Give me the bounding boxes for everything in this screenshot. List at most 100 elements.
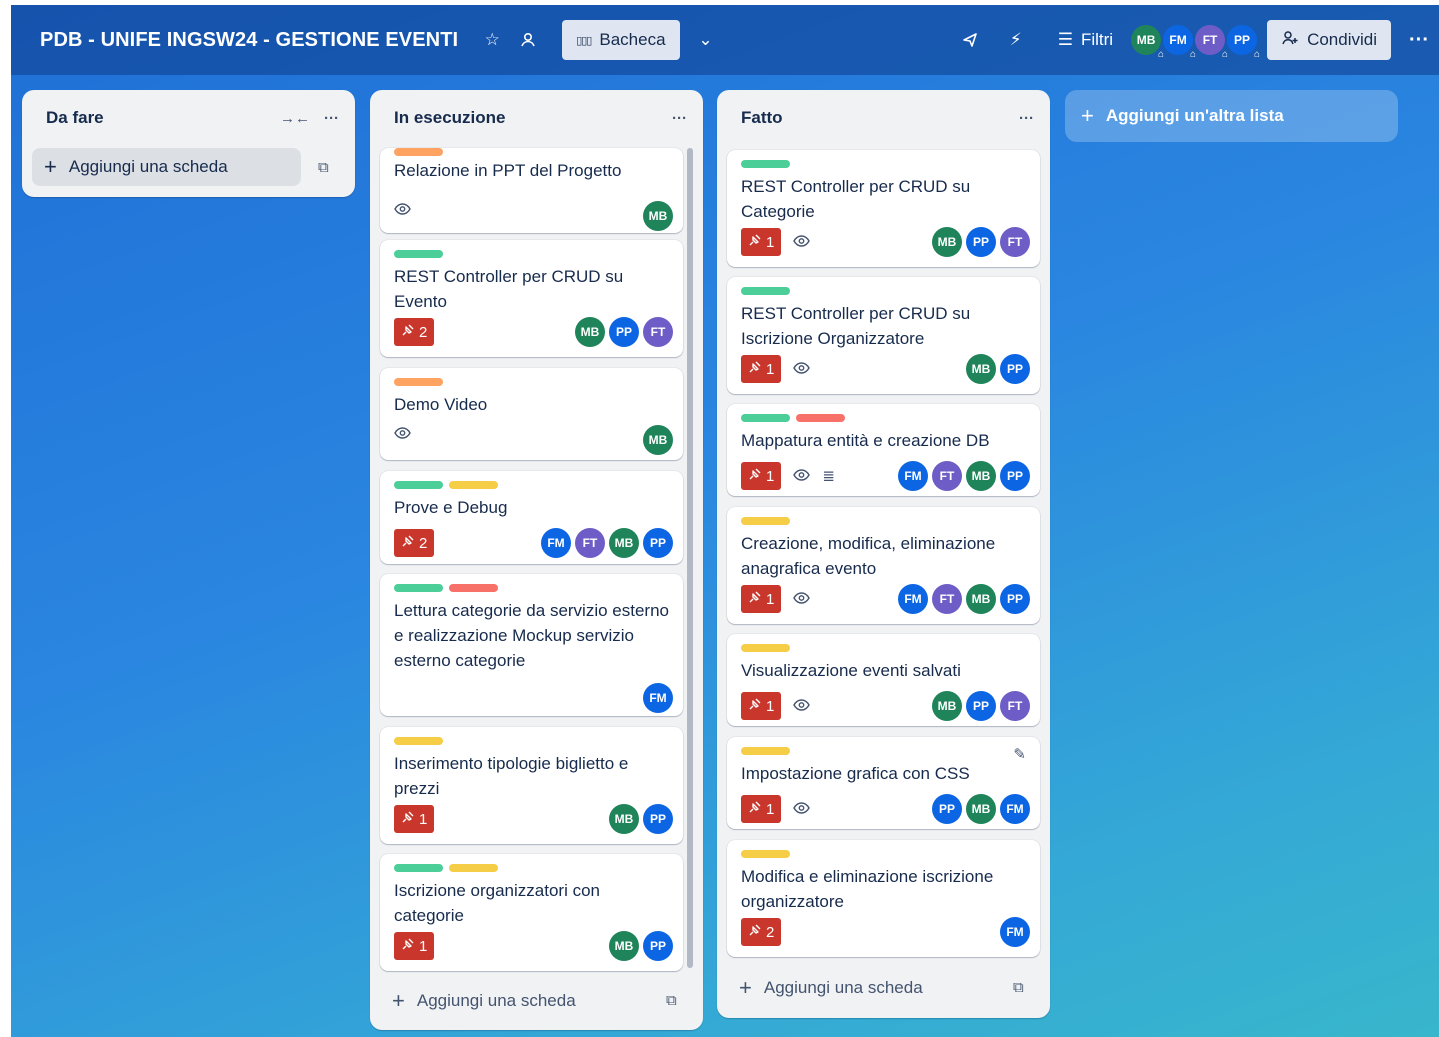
card-template-icon[interactable]: ⧉ — [1013, 979, 1024, 996]
member-avatar-fm[interactable]: FM ⌂ — [1163, 25, 1196, 60]
member-avatar-pp[interactable]: PP — [932, 794, 962, 824]
label-green[interactable] — [394, 250, 443, 258]
filter-button[interactable]: ☰ Filtri — [1058, 30, 1113, 50]
card[interactable]: REST Controller per CRUD su Iscrizione O… — [727, 277, 1040, 394]
card[interactable]: Inserimento tipologie biglietto e prezzi… — [380, 727, 683, 844]
member-avatar-mb[interactable]: MB — [966, 354, 996, 384]
overdue-badge[interactable]: 1 — [741, 228, 782, 256]
label-orange[interactable] — [394, 148, 443, 156]
label-yellow[interactable] — [741, 517, 790, 525]
overdue-badge[interactable]: 1 — [741, 692, 782, 720]
member-avatar-mb[interactable]: MB — [643, 425, 673, 455]
member-avatar-fm[interactable]: FM — [898, 584, 928, 614]
card[interactable]: Impostazione grafica con CSS ✎ 1 PP MB FM — [727, 737, 1040, 829]
member-avatar-mb[interactable]: MB — [643, 201, 673, 231]
label-green[interactable] — [394, 864, 443, 872]
label-yellow[interactable] — [741, 850, 790, 858]
list-title[interactable]: In esecuzione — [394, 108, 658, 128]
member-avatar-mb[interactable]: MB — [932, 227, 962, 257]
card[interactable]: Relazione in PPT del Progetto MB — [380, 148, 683, 233]
member-avatar-ft[interactable]: FT — [575, 528, 605, 558]
power-ups-icon[interactable] — [954, 24, 986, 56]
member-avatar-ft[interactable]: FT — [932, 461, 962, 491]
chevron-down-icon[interactable]: ⌄ — [690, 24, 722, 56]
member-avatar-pp[interactable]: PP ⌂ — [1227, 25, 1260, 60]
member-avatar-pp[interactable]: PP — [1000, 584, 1030, 614]
member-avatar-fm[interactable]: FM — [1000, 794, 1030, 824]
collapse-list-icon[interactable]: →← — [280, 110, 310, 127]
member-avatar-mb[interactable]: MB — [609, 931, 639, 961]
card[interactable]: Lettura categorie da servizio esterno e … — [380, 574, 683, 716]
member-avatar-fm[interactable]: FM — [1000, 917, 1030, 947]
member-avatar-pp[interactable]: PP — [966, 227, 996, 257]
star-icon[interactable]: ☆ — [476, 24, 508, 56]
member-avatar-fm[interactable]: FM — [541, 528, 571, 558]
member-avatar-mb[interactable]: MB — [966, 461, 996, 491]
label-red[interactable] — [796, 414, 845, 422]
overdue-badge[interactable]: 1 — [741, 355, 782, 383]
member-avatar-mb[interactable]: MB — [609, 804, 639, 834]
board-title[interactable]: PDB - UNIFE INGSW24 - GESTIONE EVENTI — [40, 29, 458, 52]
member-avatar-mb[interactable]: MB — [609, 528, 639, 558]
label-yellow[interactable] — [449, 864, 498, 872]
overdue-badge[interactable]: 1 — [394, 805, 435, 833]
list-menu-icon[interactable]: ··· — [672, 110, 687, 127]
member-avatar-fm[interactable]: FM — [898, 461, 928, 491]
label-orange[interactable] — [394, 378, 443, 386]
overdue-badge[interactable]: 1 — [394, 932, 435, 960]
member-avatar-mb[interactable]: MB — [966, 584, 996, 614]
card[interactable]: Visualizzazione eventi salvati 1 MB PP FT — [727, 634, 1040, 726]
member-avatar-pp[interactable]: PP — [609, 317, 639, 347]
member-avatar-pp[interactable]: PP — [1000, 461, 1030, 491]
label-green[interactable] — [741, 287, 790, 295]
list-scrollbar[interactable] — [687, 148, 693, 968]
card[interactable]: Prove e Debug 2 FM FT MB PP — [380, 471, 683, 564]
overdue-badge[interactable]: 2 — [741, 918, 782, 946]
add-list-button[interactable]: + Aggiungi un'altra lista — [1065, 90, 1398, 142]
member-avatar-pp[interactable]: PP — [643, 804, 673, 834]
card[interactable]: Mappatura entità e creazione DB 1 ≣ FM FT MB P… — [727, 404, 1040, 496]
member-avatar-ft[interactable]: FT — [932, 584, 962, 614]
card[interactable]: Creazione, modifica, eliminazione anagra… — [727, 507, 1040, 624]
member-avatar-mb[interactable]: MB — [575, 317, 605, 347]
member-avatar-mb[interactable]: MB ⌂ — [1131, 25, 1164, 60]
label-yellow[interactable] — [741, 747, 790, 755]
scrollbar-thumb[interactable] — [687, 148, 693, 968]
label-green[interactable] — [394, 481, 443, 489]
overdue-badge[interactable]: 1 — [741, 795, 782, 823]
overdue-badge[interactable]: 2 — [394, 318, 435, 346]
label-green[interactable] — [394, 584, 443, 592]
card-template-icon[interactable]: ⧉ — [318, 159, 329, 176]
edit-icon[interactable]: ✎ — [1013, 745, 1026, 763]
card[interactable]: Iscrizione organizzatori con categorie 1 M… — [380, 854, 683, 971]
view-switcher-button[interactable]: ▯▯▯ Bacheca — [562, 20, 680, 60]
member-avatar-ft[interactable]: FT — [1000, 691, 1030, 721]
list-title[interactable]: Fatto — [741, 108, 1005, 128]
card[interactable]: Demo Video MB — [380, 368, 683, 460]
member-avatar-ft[interactable]: FT — [643, 317, 673, 347]
card[interactable]: REST Controller per CRUD su Evento 2 MB PP F… — [380, 240, 683, 357]
label-yellow[interactable] — [449, 481, 498, 489]
visibility-icon[interactable] — [512, 24, 544, 56]
list-title[interactable]: Da fare — [46, 108, 266, 128]
overdue-badge[interactable]: 2 — [394, 529, 435, 557]
label-yellow[interactable] — [741, 644, 790, 652]
card[interactable]: REST Controller per CRUD su Categorie 1 MB… — [727, 150, 1040, 267]
add-card-button[interactable]: + Aggiungi una scheda — [32, 148, 301, 186]
list-menu-icon[interactable]: ··· — [324, 110, 339, 127]
overdue-badge[interactable]: 1 — [741, 462, 782, 490]
member-avatar-mb[interactable]: MB — [932, 691, 962, 721]
board-members[interactable]: MB ⌂ FM ⌂ FT ⌂ PP ⌂ — [1131, 25, 1260, 60]
member-avatar-fm[interactable]: FM — [643, 683, 673, 713]
label-red[interactable] — [449, 584, 498, 592]
member-avatar-pp[interactable]: PP — [966, 691, 996, 721]
card-template-icon[interactable]: ⧉ — [666, 992, 677, 1009]
member-avatar-pp[interactable]: PP — [1000, 354, 1030, 384]
card[interactable]: Modifica e eliminazione iscrizione organ… — [727, 840, 1040, 957]
member-avatar-ft[interactable]: FT — [1000, 227, 1030, 257]
label-green[interactable] — [741, 414, 790, 422]
member-avatar-mb[interactable]: MB — [966, 794, 996, 824]
label-yellow[interactable] — [394, 737, 443, 745]
automation-icon[interactable]: ⚡ — [1000, 24, 1032, 56]
member-avatar-pp[interactable]: PP — [643, 931, 673, 961]
